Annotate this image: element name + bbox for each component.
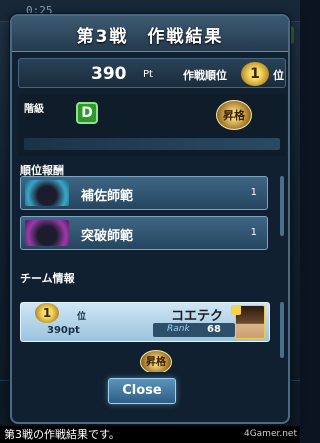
close-button[interactable]: Close [108,378,176,404]
avatar-badge-icon [231,305,241,315]
reward-item: 補佐師範 1 [20,176,268,210]
team-promote-badge: 昇格 [140,350,172,372]
reward-count: 1 [250,227,257,238]
team-rank-value: 68 [207,324,221,335]
team-rank-label: Rank [167,324,190,334]
reward-character-icon [25,180,69,206]
grade-progress-bar [24,138,280,150]
battle-rank-suffix: 位 [273,69,284,82]
reward-list[interactable]: 補佐師範 1 突破師範 1 [20,176,278,258]
battle-rank-label: 作戦順位 [183,69,227,82]
team-member-name: コエテク [171,309,224,324]
reward-count: 1 [250,187,257,198]
promote-badge: 昇格 [216,100,252,130]
grade-label: 階級 [24,104,44,115]
battle-result-modal: 第3戦 作戦結果 390 Pt 作戦順位 1 位 階級 D 昇格 順位報酬 補佐… [10,14,290,424]
reward-name: 補佐師範 [81,189,134,204]
modal-header: 第3戦 作戦結果 [12,16,288,52]
reward-item: 突破師範 1 [20,216,268,250]
grade-badge: D [76,102,98,124]
team-list-scrollbar[interactable] [280,302,284,358]
team-list[interactable]: 1 位 390pt コエテク Rank 68 昇格 [20,302,278,372]
team-member-row: 1 位 390pt コエテク Rank 68 [20,302,270,342]
reward-character-icon [25,220,69,246]
watermark: 4Gamer.net [243,429,297,439]
team-member-points: 390pt [47,325,80,336]
team-member-rank-box: Rank 68 [153,323,235,337]
team-rank-suffix: 位 [77,312,87,322]
grade-row: 階級 D 昇格 [18,94,286,156]
laurel-rank-icon: 1 [35,303,59,323]
reward-list-scrollbar[interactable] [280,176,284,236]
points-unit: Pt [143,69,153,80]
points-row: 390 Pt 作戦順位 1 位 [18,58,286,88]
team-section-title: チーム情報 [20,272,75,285]
points-value: 390 [91,64,127,84]
modal-title: 第3戦 作戦結果 [76,27,224,47]
reward-name: 突破師範 [81,229,134,244]
laurel-rank-icon: 1 [241,62,269,86]
